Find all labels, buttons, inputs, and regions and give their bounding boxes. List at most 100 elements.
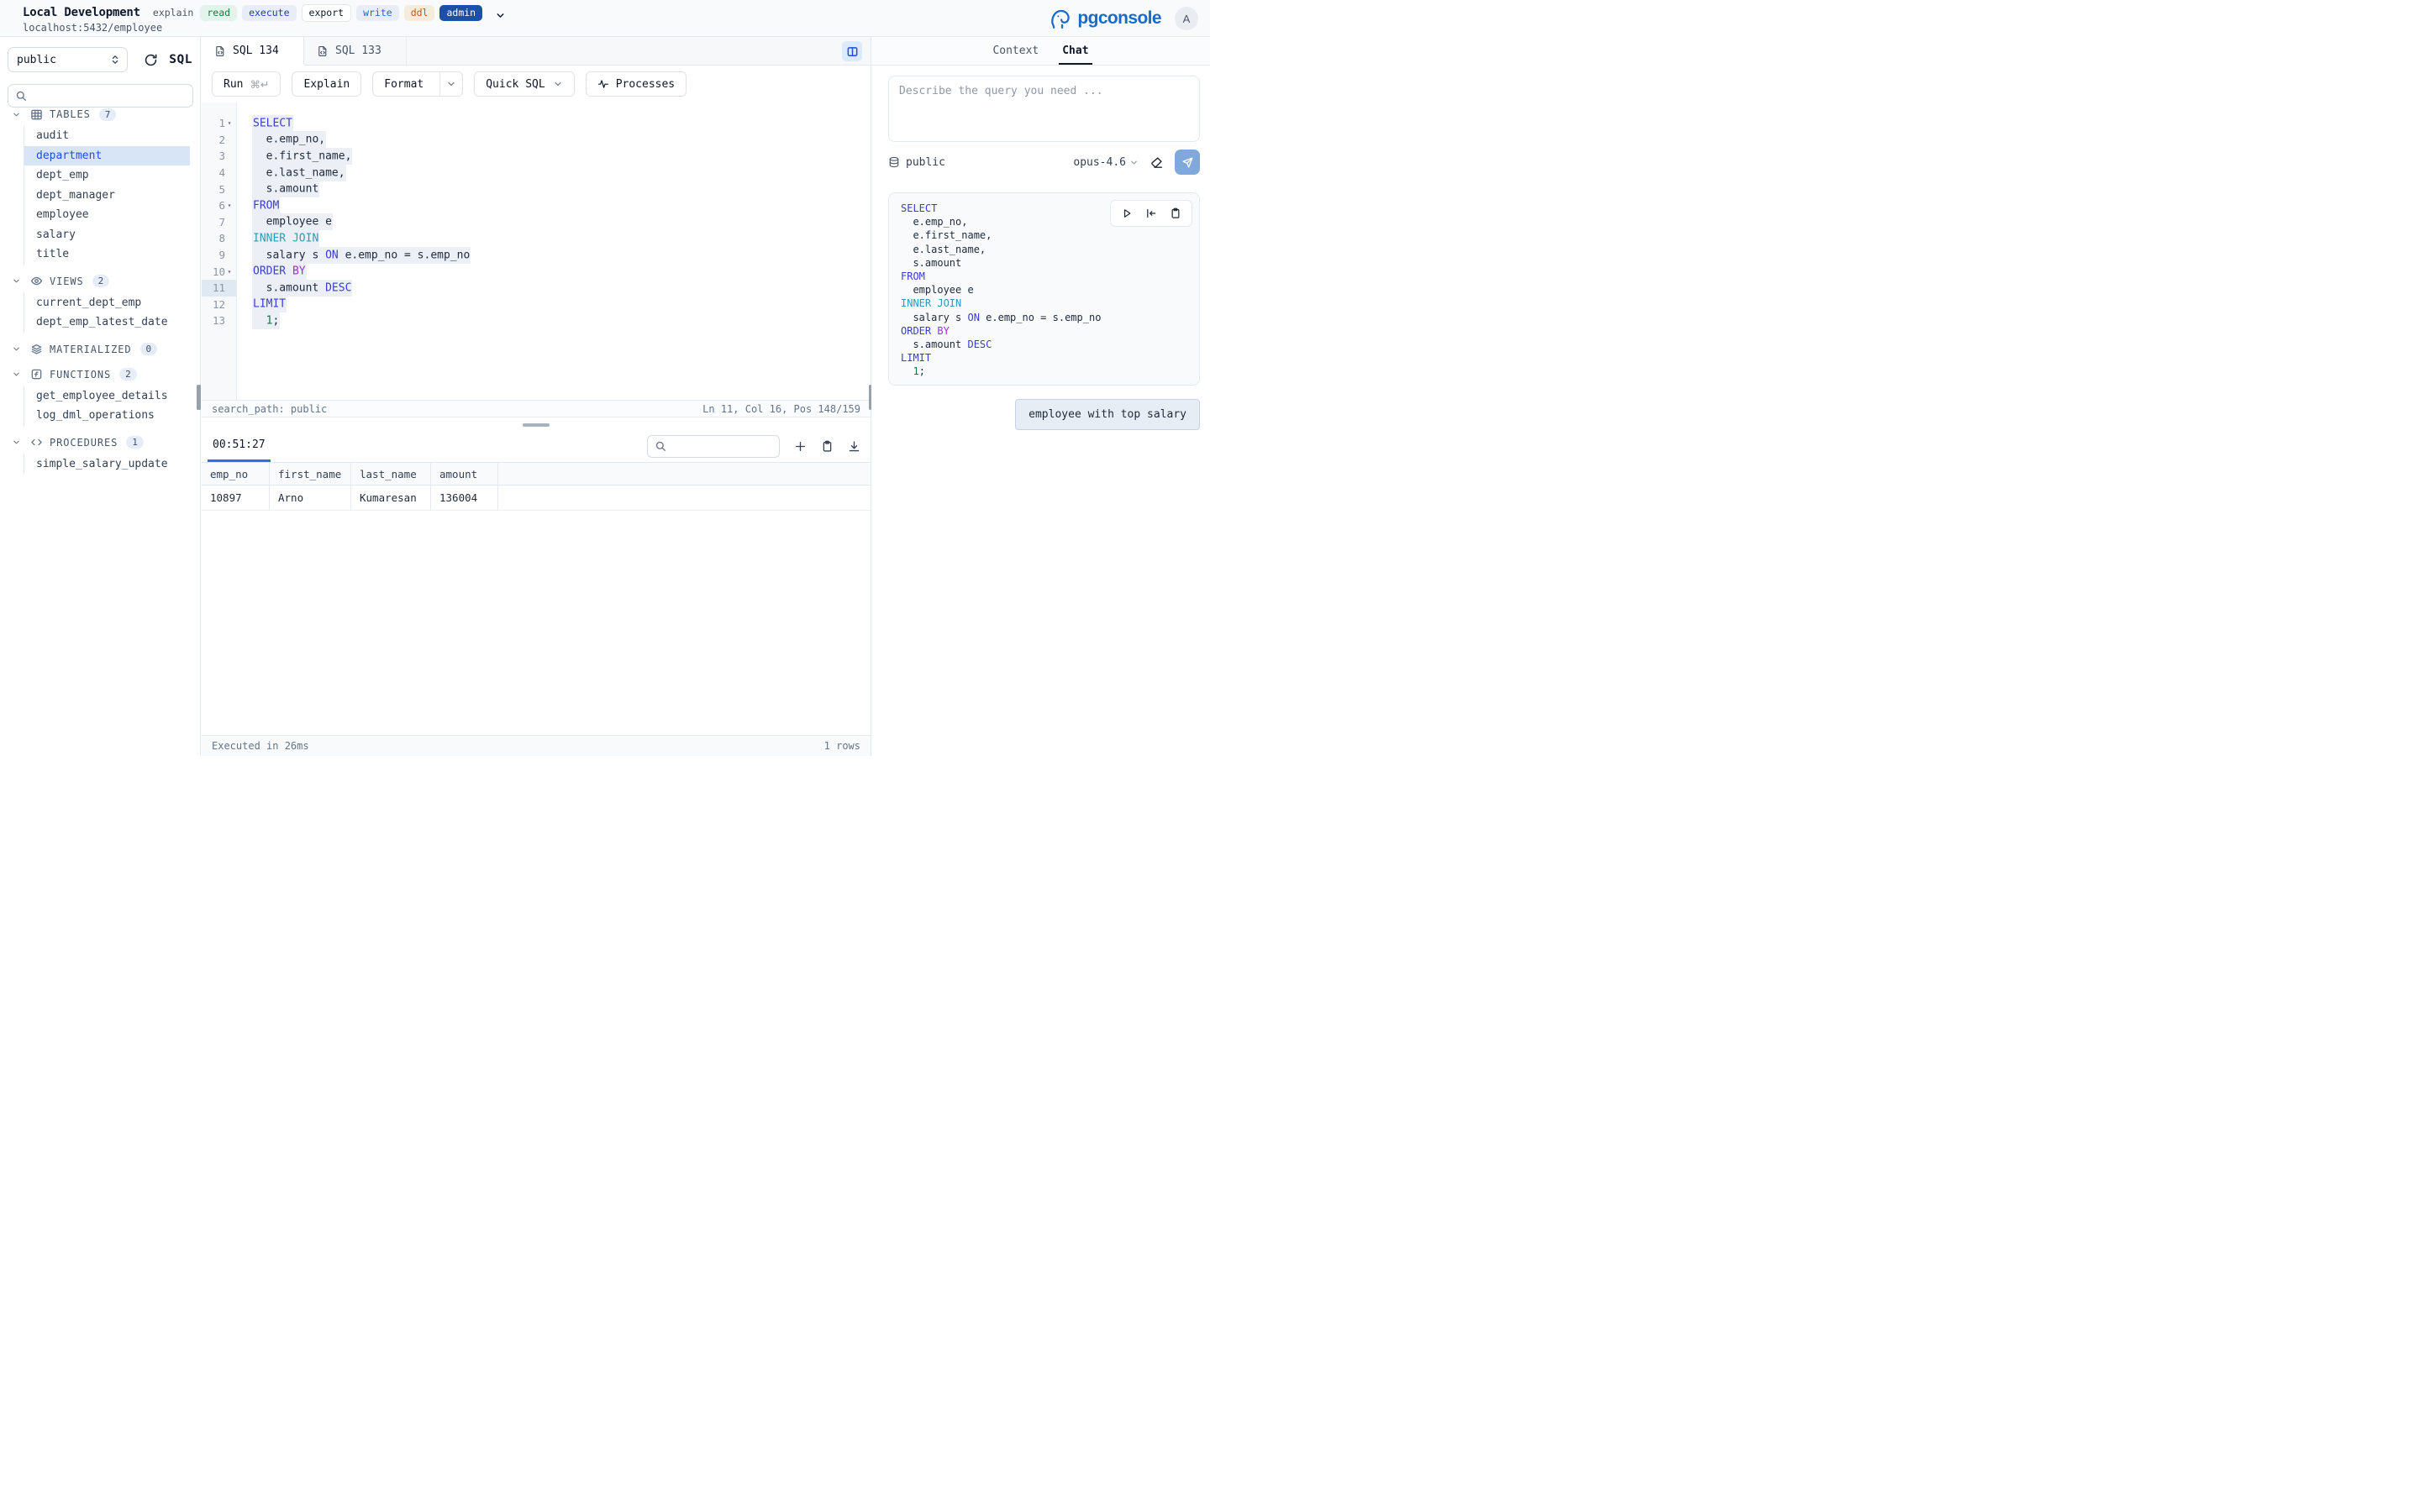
download-results-icon[interactable] (848, 440, 860, 453)
split-view-button[interactable] (842, 41, 862, 61)
line-number[interactable]: 8 (202, 230, 236, 247)
line-number[interactable]: 9 (202, 247, 236, 264)
suggestion-code-line: ORDER BY (901, 324, 1187, 338)
tree-section-header-functions[interactable]: FUNCTIONS2 (0, 366, 200, 383)
line-number[interactable]: 2 (202, 132, 236, 149)
header-filler (498, 463, 871, 485)
chevron-down-icon[interactable] (439, 72, 462, 96)
tab-context[interactable]: Context (992, 37, 1039, 65)
row-filler (498, 486, 871, 510)
sidebar-search-input[interactable] (8, 84, 193, 108)
results-tab-timer[interactable]: 00:51:27 (208, 430, 271, 462)
column-header-last_name[interactable]: last_name (351, 463, 431, 485)
add-result-tab-icon[interactable] (794, 440, 807, 453)
chevron-down-icon (1129, 158, 1139, 167)
format-button[interactable]: Format (372, 71, 463, 97)
sql-editor[interactable]: 1▾SELECT2 e.emp_no,3 e.first_name,4 e.la… (202, 102, 871, 400)
elephant-logo-icon (1050, 8, 1072, 30)
chevron-down-icon (12, 438, 21, 447)
code-line: 9 salary s ON e.emp_no = s.emp_no (202, 247, 871, 264)
tree-item-log_dml_operations[interactable]: log_dml_operations (24, 406, 190, 426)
tree-section-header-procedures[interactable]: PROCEDURES1 (0, 434, 200, 451)
line-number[interactable]: 6▾ (202, 197, 236, 214)
line-number[interactable]: 4 (202, 165, 236, 181)
tree-section-count: 2 (119, 368, 137, 381)
code-text: LIMIT (236, 298, 287, 311)
explain-button[interactable]: Explain (292, 71, 361, 97)
resize-handle[interactable] (523, 423, 550, 427)
tree-section-header-tables[interactable]: TABLES7 (0, 106, 200, 123)
line-number[interactable]: 7 (202, 214, 236, 231)
chat-prompt-input[interactable] (888, 76, 1200, 142)
code-lines: 1▾SELECT2 e.emp_no,3 e.first_name,4 e.la… (202, 115, 871, 329)
tree-section-header-materialized[interactable]: MATERIALIZED0 (0, 341, 200, 358)
chat-schema-context[interactable]: public (888, 156, 945, 169)
tab-sql-134[interactable]: SQL 134 (202, 37, 304, 65)
suggestion-code: SELECT e.emp_no, e.first_name, e.last_na… (901, 202, 1187, 378)
column-header-first_name[interactable]: first_name (270, 463, 351, 485)
processes-button[interactable]: Processes (586, 71, 687, 97)
execution-time: Executed in 26ms (212, 740, 309, 752)
schema-select-value: public (17, 54, 56, 66)
panel-resize-handle[interactable] (869, 385, 871, 410)
sidebar-resize-handle[interactable] (198, 385, 201, 410)
code-line: 1▾SELECT (202, 115, 871, 132)
column-header-amount[interactable]: amount (431, 463, 498, 485)
tree-item-employee[interactable]: employee (24, 205, 190, 225)
insert-to-editor-icon[interactable] (1145, 207, 1157, 219)
sql-suggestion-block: SELECT e.emp_no, e.first_name, e.last_na… (888, 192, 1200, 386)
tree-section-header-views[interactable]: VIEWS2 (0, 273, 200, 290)
tree-item-simple_salary_update[interactable]: simple_salary_update (24, 454, 190, 475)
model-select[interactable]: opus-4.6 (1073, 156, 1139, 169)
line-number[interactable]: 11 (202, 280, 236, 297)
tree-item-dept_emp[interactable]: dept_emp (24, 165, 190, 186)
tree-item-department[interactable]: department (24, 146, 190, 166)
fold-marker-icon[interactable]: ▾ (225, 268, 234, 276)
sql-view-button[interactable]: SQL (169, 53, 192, 66)
line-number[interactable]: 1▾ (202, 115, 236, 132)
permission-badge-admin: admin (439, 5, 482, 21)
copy-results-icon[interactable] (821, 440, 834, 453)
send-button[interactable] (1175, 150, 1200, 175)
tree-item-audit[interactable]: audit (24, 126, 190, 146)
table-row[interactable]: 10897ArnoKumaresan136004 (202, 486, 871, 511)
code-text: s.amount (236, 183, 319, 196)
table-header-row: emp_nofirst_namelast_nameamount (202, 462, 871, 486)
tree-item-get_employee_details[interactable]: get_employee_details (24, 386, 190, 407)
line-number[interactable]: 10▾ (202, 263, 236, 280)
tree-item-dept_emp_latest_date[interactable]: dept_emp_latest_date (24, 312, 190, 333)
tree-item-current_dept_emp[interactable]: current_dept_emp (24, 293, 190, 313)
tree-item-salary[interactable]: salary (24, 225, 190, 245)
line-number[interactable]: 3 (202, 148, 236, 165)
column-header-emp_no[interactable]: emp_no (202, 463, 270, 485)
fold-marker-icon[interactable]: ▾ (225, 202, 234, 209)
tab-chat[interactable]: Chat (1062, 37, 1088, 65)
assistant-tabstrip: Context Chat (871, 37, 1210, 66)
fold-marker-icon[interactable]: ▾ (225, 119, 234, 127)
line-number[interactable]: 5 (202, 181, 236, 197)
quick-sql-button[interactable]: Quick SQL (474, 71, 574, 97)
line-number[interactable]: 12 (202, 297, 236, 313)
model-label: opus-4.6 (1073, 156, 1126, 169)
run-suggestion-icon[interactable] (1121, 207, 1133, 219)
tree-item-dept_manager[interactable]: dept_manager (24, 186, 190, 206)
refresh-icon[interactable] (144, 53, 158, 67)
avatar[interactable]: A (1175, 7, 1198, 30)
copy-suggestion-icon[interactable] (1170, 207, 1181, 219)
chevron-down-icon[interactable] (495, 10, 506, 21)
clear-chat-icon[interactable] (1150, 155, 1164, 170)
table-cell: Kumaresan (351, 486, 431, 510)
run-button[interactable]: Run ⌘↵ (212, 71, 281, 97)
tree-item-title[interactable]: title (24, 244, 190, 265)
table-cell: 10897 (202, 486, 270, 510)
tab-sql-133[interactable]: SQL 133 (304, 37, 407, 65)
results-search-input[interactable] (647, 435, 780, 458)
grid-icon (30, 108, 43, 121)
connection-title: Local Development (23, 6, 140, 19)
code-text: s.amount DESC (236, 281, 352, 294)
line-number[interactable]: 13 (202, 312, 236, 329)
schema-select[interactable]: public (8, 47, 128, 72)
search-path-status: search_path: public (212, 403, 327, 415)
chevron-down-icon (553, 79, 563, 89)
permission-badge-write: write (356, 5, 399, 21)
